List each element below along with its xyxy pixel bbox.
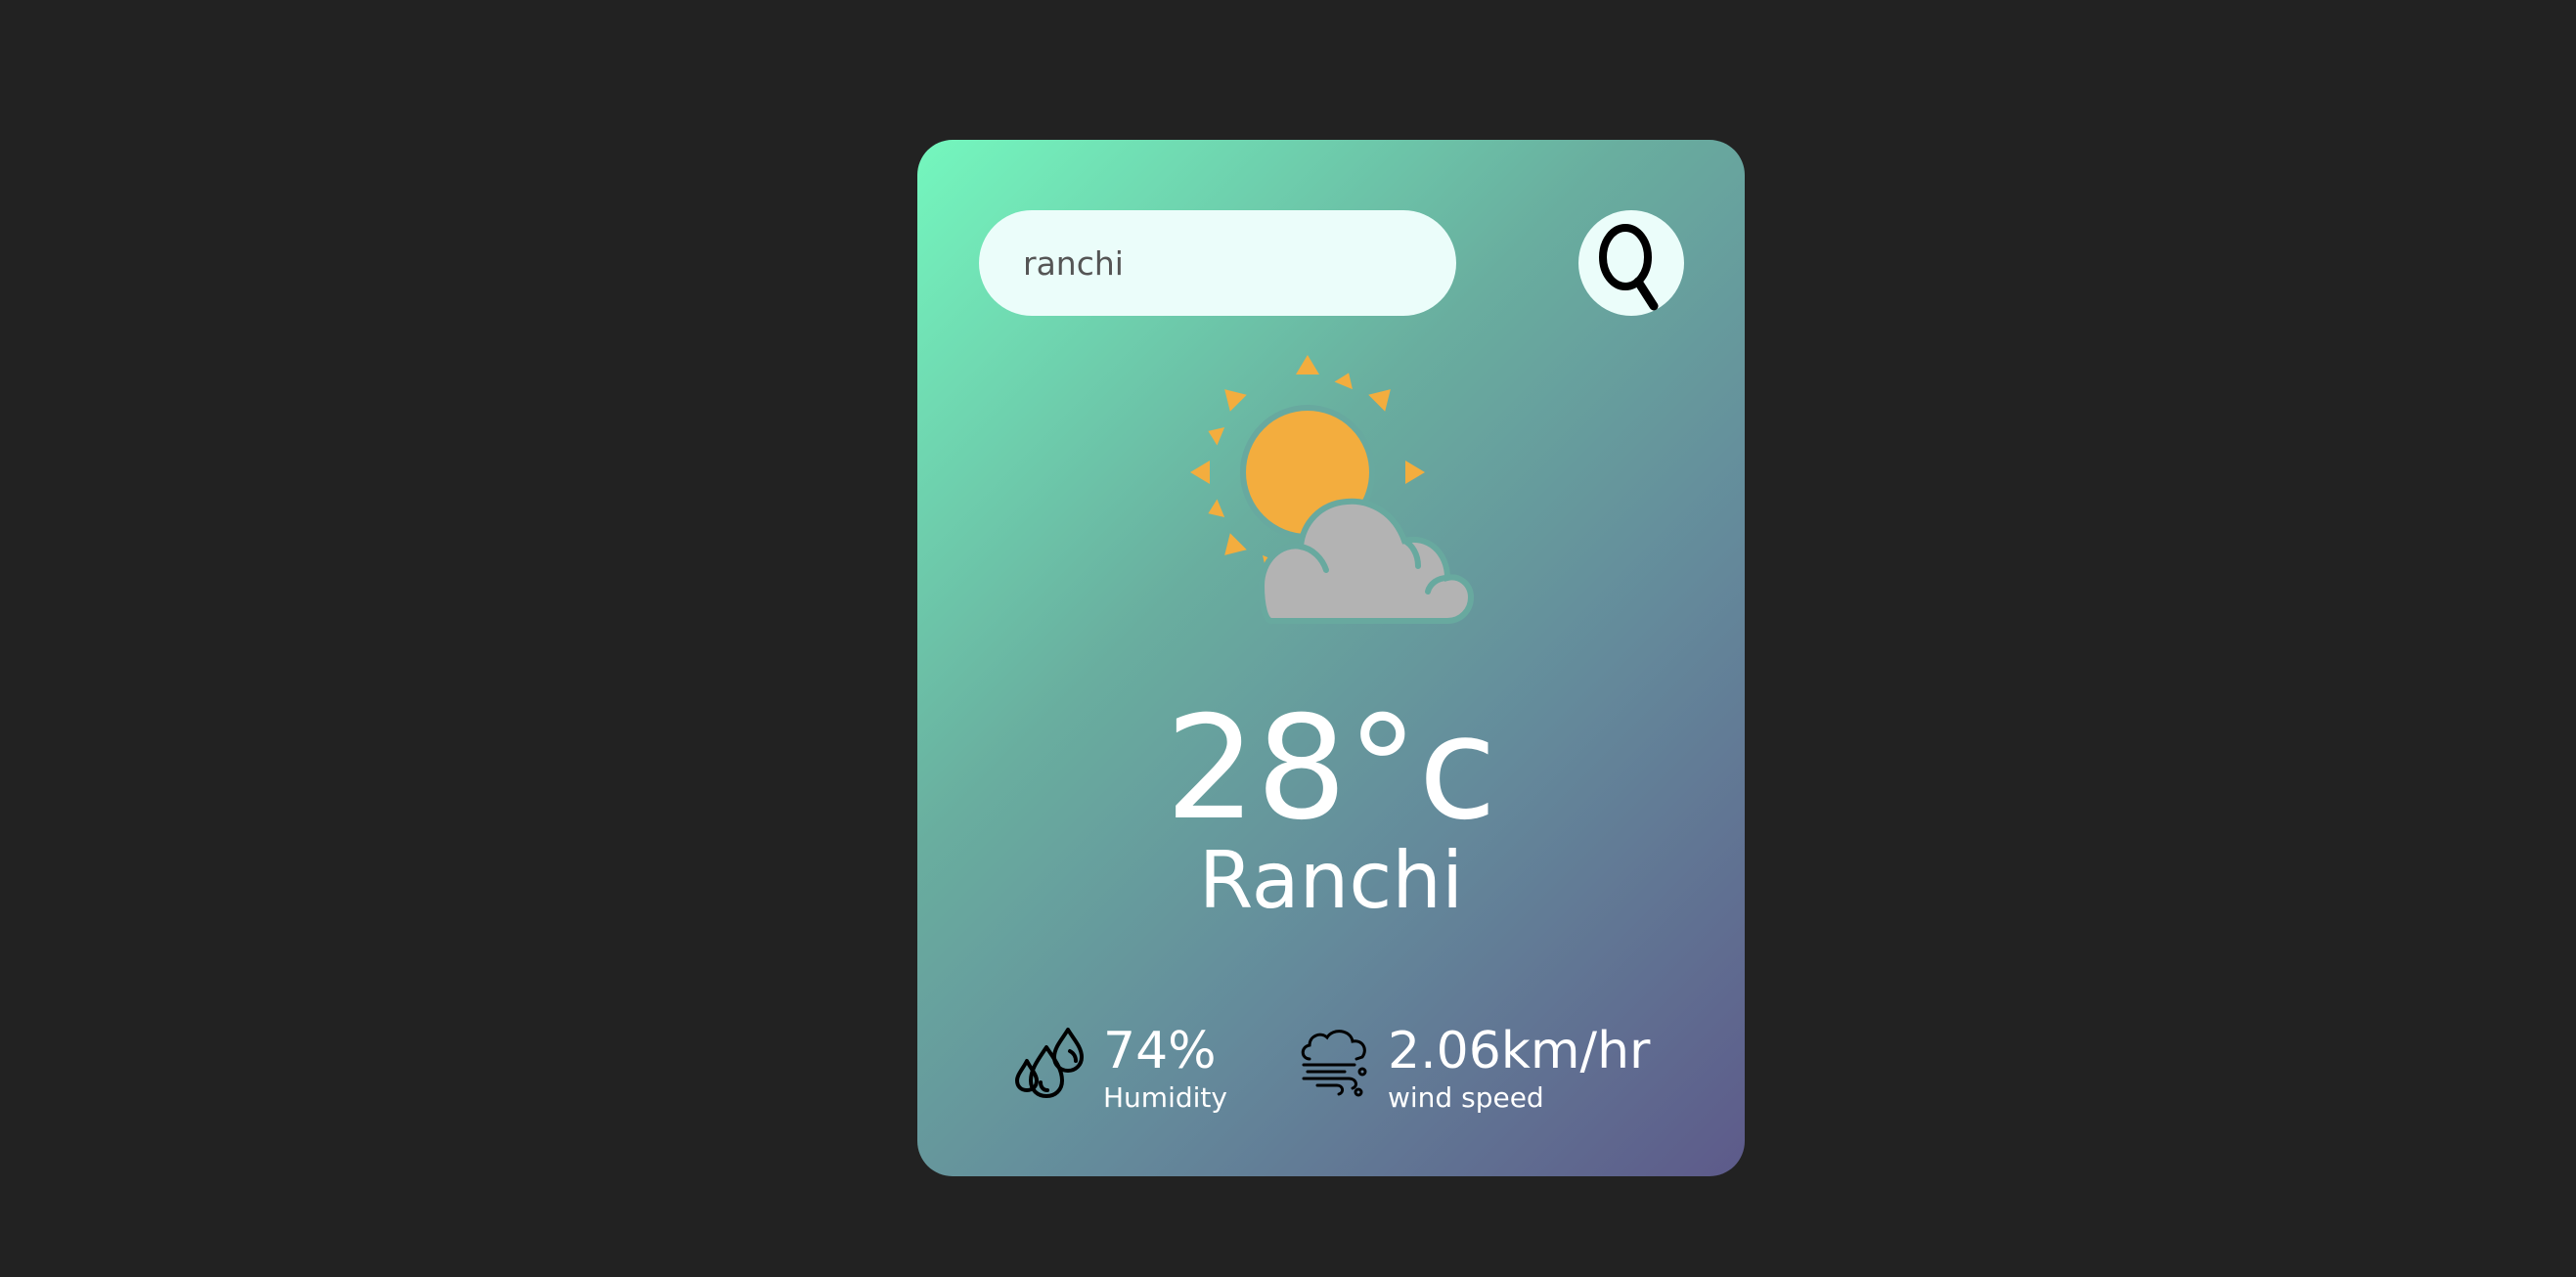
temperature: 28°c xyxy=(1165,685,1497,852)
wind-speed-label: wind speed xyxy=(1388,1081,1544,1114)
wind-detail: 2.06km/hr wind speed xyxy=(1298,1018,1650,1112)
humidity-value: 74% xyxy=(1103,1022,1217,1080)
search-icon xyxy=(1599,224,1659,311)
city-name: Ranchi xyxy=(1198,835,1464,926)
wind-cloud-icon xyxy=(1301,1030,1367,1097)
sun-behind-cloud-icon xyxy=(1190,355,1475,624)
search-input[interactable] xyxy=(979,210,1456,316)
humidity-detail: 74% Humidity xyxy=(1013,1018,1227,1112)
wind-speed-value: 2.06km/hr xyxy=(1388,1022,1651,1080)
weather-card: 28°c Ranchi 74% Humidity xyxy=(917,140,1745,1176)
humidity-label: Humidity xyxy=(1103,1081,1227,1114)
water-drops-icon xyxy=(1015,1028,1084,1098)
search-button[interactable] xyxy=(1578,210,1684,316)
